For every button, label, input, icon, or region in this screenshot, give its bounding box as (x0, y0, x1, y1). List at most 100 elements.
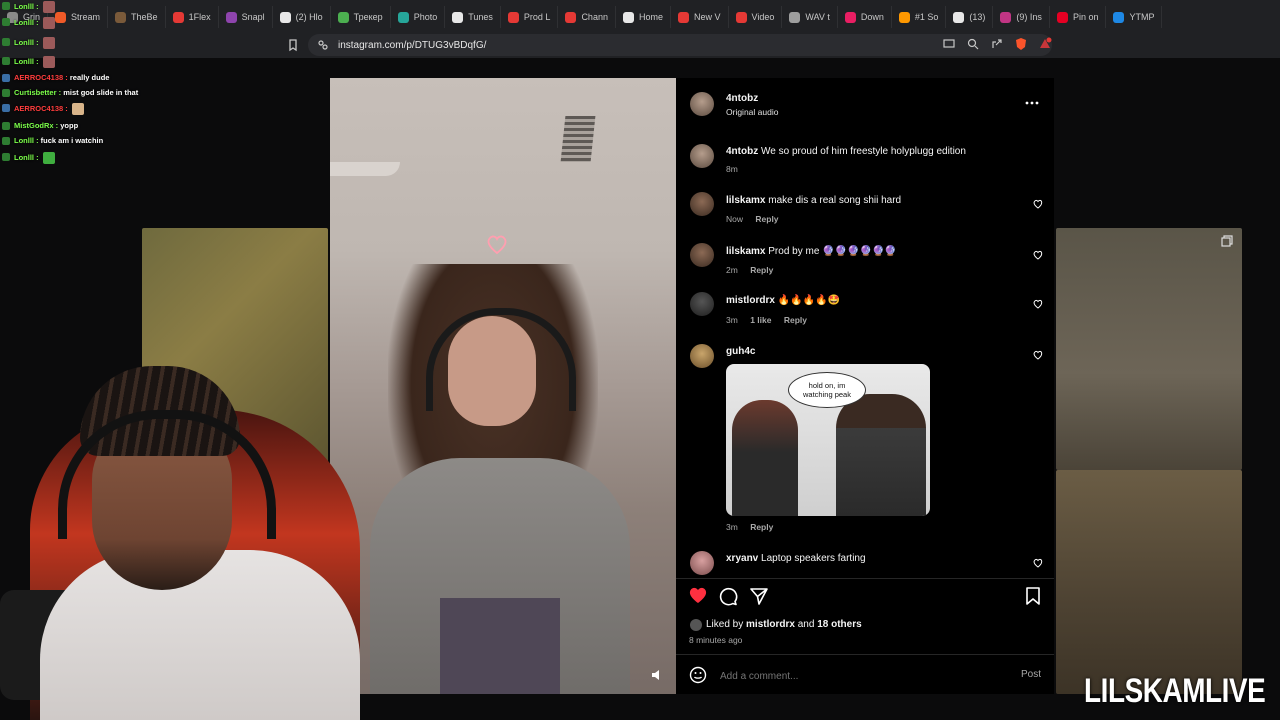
browser-tab[interactable]: (13) (946, 6, 994, 28)
chat-username[interactable]: Lonlll : (14, 18, 39, 27)
browser-tab[interactable]: Photo (391, 6, 446, 28)
chat-username[interactable]: Curtisbetter : (14, 88, 61, 97)
url-text[interactable]: instagram.com/p/DTUG3vBDqfG/ (338, 40, 486, 51)
browser-tab[interactable]: Home (616, 6, 671, 28)
chat-emote-icon (42, 1, 55, 13)
liked-by: Liked by mistlordrx and 18 others (706, 619, 862, 630)
chat-username[interactable]: Lonlll : (14, 38, 39, 47)
emoji-icon[interactable] (689, 666, 707, 684)
browser-tab[interactable]: 1Flex (166, 6, 219, 28)
reply-button[interactable]: Reply (784, 315, 807, 325)
chat-text: fuck am i watchin (40, 136, 104, 145)
zoom-icon[interactable] (966, 37, 980, 51)
comment-like-icon[interactable] (1033, 558, 1043, 568)
reply-button[interactable]: Reply (750, 265, 773, 275)
brave-shield-icon[interactable] (1014, 37, 1028, 51)
browser-tab-strip: Grin Stream TheBe 1Flex Snapl (2) Hlo Трекер Ph… (0, 0, 1280, 34)
browser-tab[interactable]: YTMP (1106, 6, 1163, 28)
chat-username[interactable]: Lonlll : (14, 136, 39, 145)
comment-time: 2m (726, 265, 738, 275)
reply-button[interactable]: Reply (750, 522, 773, 532)
site-settings-icon[interactable] (316, 38, 330, 52)
comment-username[interactable]: xryanv (726, 553, 758, 564)
address-bar[interactable]: instagram.com/p/DTUG3vBDqfG/ (308, 34, 1052, 56)
author-username[interactable]: 4ntobz (726, 93, 758, 104)
chat-message: Curtisbetter : mist god slide in that (14, 88, 138, 97)
chat-badge-icon (2, 74, 10, 82)
author-avatar[interactable] (690, 92, 714, 116)
liked-by-and: and (797, 619, 815, 630)
action-bar-divider (676, 578, 1054, 579)
comment-avatar[interactable] (690, 192, 714, 216)
post-time[interactable]: 8 minutes ago (689, 635, 742, 645)
post-comment-button[interactable]: Post (1021, 669, 1041, 680)
tab-favicon-icon (844, 11, 856, 23)
comment-likes[interactable]: 1 like (750, 315, 771, 325)
save-bookmark-icon[interactable] (1024, 586, 1042, 606)
cast-icon[interactable] (942, 37, 956, 51)
liked-by-user[interactable]: mistlordrx (746, 619, 795, 630)
comment-like-icon[interactable] (1033, 350, 1043, 360)
browser-tab[interactable]: Трекер (331, 6, 391, 28)
comment-avatar[interactable] (690, 344, 714, 368)
tab-favicon-icon (622, 11, 634, 23)
background-tile (1056, 228, 1242, 470)
comment-input[interactable] (718, 667, 1002, 685)
brave-rewards-icon[interactable] (1038, 37, 1052, 51)
more-options-icon[interactable] (1025, 100, 1039, 106)
chat-username[interactable]: AERROC4138 : (14, 104, 68, 113)
tab-favicon-icon (898, 11, 910, 23)
browser-tab[interactable]: New V (671, 6, 729, 28)
browser-tab[interactable]: TheBe (108, 6, 166, 28)
browser-tab[interactable]: Pin on (1050, 6, 1107, 28)
browser-tab[interactable]: Prod L (501, 6, 559, 28)
comment-like-icon[interactable] (1033, 299, 1043, 309)
volume-icon[interactable] (650, 668, 664, 682)
chat-username[interactable]: Lonlll : (14, 153, 39, 162)
chat-username[interactable]: AERROC4138 : (14, 73, 68, 82)
browser-tab[interactable]: Down (838, 6, 892, 28)
liked-by-avatar[interactable] (690, 619, 702, 631)
chat-username[interactable]: MistGodRx : (14, 121, 58, 130)
post-video[interactable] (330, 78, 676, 694)
chat-badge-icon (2, 122, 10, 130)
browser-tab[interactable]: Chann (558, 6, 616, 28)
browser-tab[interactable]: Tunes (445, 6, 501, 28)
liked-by-others[interactable]: 18 others (817, 619, 861, 630)
chat-username[interactable]: Lonlll : (14, 2, 39, 11)
reply-button[interactable]: Reply (755, 214, 778, 224)
comment-time: 3m (726, 522, 738, 532)
share-icon[interactable] (990, 37, 1004, 51)
browser-tab[interactable]: WAV t (782, 6, 838, 28)
caption-text: We so proud of him freestyle holyplugg e… (761, 146, 966, 157)
browser-tab[interactable]: Stream (48, 6, 109, 28)
meme-bubble-text: hold on, im watching peak (803, 381, 851, 399)
tab-favicon-icon (1000, 11, 1012, 23)
chat-emote-icon (42, 17, 55, 29)
comment-image[interactable]: hold on, im watching peak (726, 364, 930, 516)
audio-label[interactable]: Original audio (726, 107, 778, 117)
comment-like-icon[interactable] (1033, 199, 1043, 209)
comment-username[interactable]: lilskamx (726, 246, 765, 257)
comment-avatar[interactable] (690, 551, 714, 575)
comment-username[interactable]: guh4c (726, 346, 755, 357)
tab-label: YTMP (1129, 12, 1155, 22)
comment-avatar[interactable] (690, 243, 714, 267)
browser-tab[interactable]: (2) Hlo (273, 6, 331, 28)
browser-tab[interactable]: Snapl (219, 6, 273, 28)
comment-avatar[interactable] (690, 292, 714, 316)
bookmark-icon[interactable] (286, 38, 300, 52)
caption-username[interactable]: 4ntobz (726, 146, 758, 157)
like-heart-icon[interactable] (688, 586, 708, 604)
caption-avatar[interactable] (690, 144, 714, 168)
tab-label: Prod L (523, 12, 551, 22)
comment-username[interactable]: lilskamx (726, 195, 765, 206)
comment-icon[interactable] (718, 586, 738, 606)
share-post-icon[interactable] (749, 586, 769, 606)
browser-tab[interactable]: #1 So (892, 6, 947, 28)
browser-tab[interactable]: (9) Ins (993, 6, 1050, 28)
chat-username[interactable]: Lonlll : (14, 57, 39, 66)
browser-tab[interactable]: Video (729, 6, 783, 28)
comment-like-icon[interactable] (1033, 250, 1043, 260)
comment-username[interactable]: mistlordrx (726, 295, 775, 306)
